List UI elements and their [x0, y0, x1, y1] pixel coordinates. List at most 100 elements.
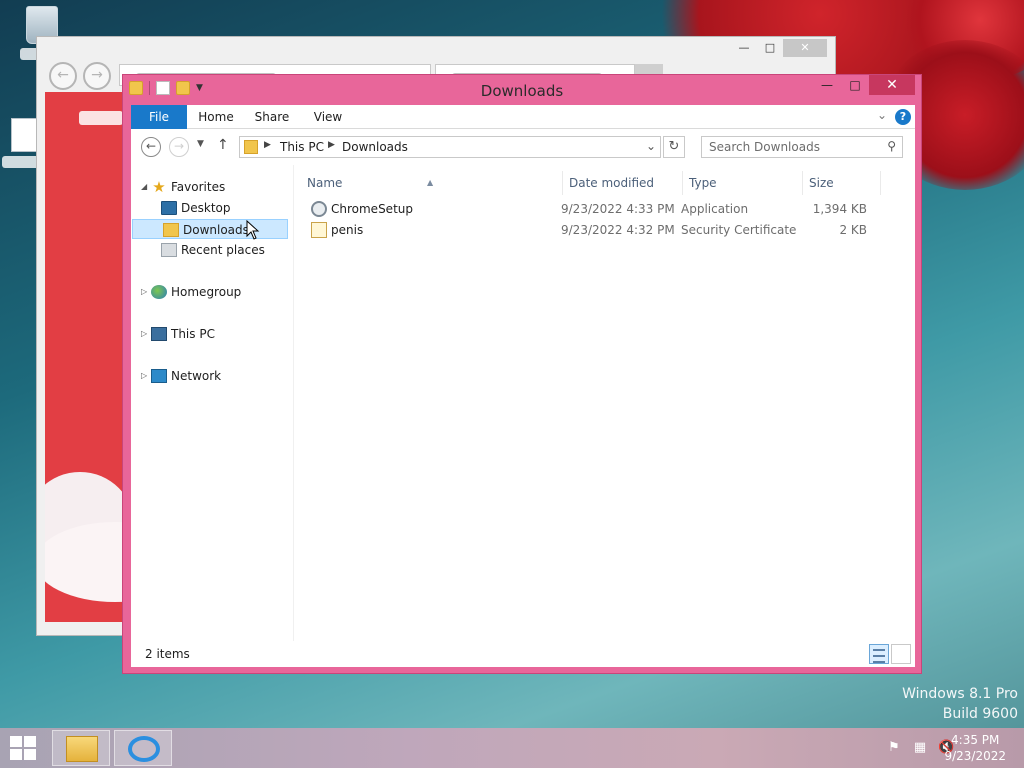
sort-ascending-icon: ▲: [427, 178, 434, 187]
address-history-icon[interactable]: ⌄: [646, 139, 656, 153]
obscured-page-heading: [79, 106, 123, 131]
search-input[interactable]: [702, 137, 878, 157]
column-label: Date modified: [569, 176, 655, 190]
close-button[interactable]: ✕: [869, 75, 915, 95]
network-icon: [151, 369, 167, 383]
internet-explorer-icon: [128, 736, 160, 762]
collapse-arrow-icon[interactable]: ◢: [141, 177, 147, 197]
downloads-folder-icon: [163, 223, 179, 237]
nav-desktop[interactable]: Desktop: [131, 198, 291, 218]
search-icon[interactable]: ⚲: [887, 139, 896, 153]
navigation-pane: ◢ ★ Favorites Desktop Downloads Recent p…: [131, 165, 294, 641]
shortcut-glyph: [11, 118, 37, 152]
clock-date: 9/23/2022: [944, 749, 1006, 763]
tab-share[interactable]: Share: [249, 105, 295, 129]
tab-view[interactable]: View: [305, 105, 351, 129]
refresh-button[interactable]: ↻: [663, 136, 685, 158]
nav-label: Downloads: [183, 223, 249, 237]
close-icon[interactable]: ✕: [783, 39, 827, 57]
browser-forward-button[interactable]: →: [83, 62, 111, 90]
browser-back-button[interactable]: ←: [49, 62, 77, 90]
minimize-button[interactable]: —: [813, 75, 841, 95]
file-name: ChromeSetup: [331, 202, 413, 216]
nav-recent-places[interactable]: Recent places: [131, 240, 291, 260]
breadcrumb-this-pc[interactable]: This PC: [280, 140, 324, 154]
nav-downloads[interactable]: Downloads: [132, 219, 288, 239]
start-button[interactable]: [10, 736, 38, 762]
tab-home[interactable]: Home: [193, 105, 239, 129]
mouse-cursor-icon: [246, 219, 260, 243]
application-icon: [311, 201, 327, 217]
file-list: Name ▲ Date modified Type Size ChromeSet…: [301, 165, 915, 641]
file-row[interactable]: penis 9/23/2022 4:32 PM Security Certifi…: [301, 220, 901, 240]
column-header-size[interactable]: Size: [803, 171, 881, 195]
ribbon-tabs: File Home Share View ⌄ ?: [131, 105, 915, 129]
nav-this-pc[interactable]: ▷ This PC: [141, 324, 291, 344]
navigation-bar: ← → ▼ ↑ ▶ This PC ▶ Downloads ⌄ ↻ ⚲: [131, 129, 915, 165]
title-bar[interactable]: ▼ Downloads — □ ✕: [123, 75, 921, 105]
minimize-icon[interactable]: —: [731, 39, 757, 57]
expand-ribbon-icon[interactable]: ⌄: [877, 108, 887, 122]
large-icons-view-button[interactable]: [891, 644, 911, 664]
column-header-name[interactable]: Name ▲: [301, 171, 563, 195]
action-center-flag-icon[interactable]: ⚑: [886, 740, 902, 756]
nav-label: Favorites: [171, 180, 226, 194]
folder-icon: [66, 736, 98, 762]
column-label: Name: [307, 176, 343, 190]
nav-homegroup[interactable]: ▷ Homegroup: [141, 282, 291, 302]
expand-arrow-icon[interactable]: ▷: [141, 282, 147, 302]
search-box[interactable]: ⚲: [701, 136, 903, 158]
tab-file[interactable]: File: [131, 105, 187, 129]
pane-splitter[interactable]: [293, 165, 294, 641]
back-button[interactable]: ←: [141, 137, 161, 157]
file-type: Security Certificate: [681, 223, 797, 237]
status-bar: 2 items: [131, 641, 915, 667]
column-label: Type: [689, 176, 717, 190]
column-label: Size: [809, 176, 834, 190]
file-row[interactable]: ChromeSetup 9/23/2022 4:33 PM Applicatio…: [301, 199, 901, 219]
nav-label: Recent places: [181, 243, 265, 257]
window-title: Downloads: [480, 82, 564, 100]
column-header-date[interactable]: Date modified: [563, 171, 683, 195]
details-view-button[interactable]: [869, 644, 889, 664]
os-watermark: Windows 8.1 Pro Build 9600: [902, 684, 1018, 724]
file-date: 9/23/2022 4:32 PM: [561, 223, 675, 237]
maximize-button[interactable]: □: [841, 75, 869, 95]
chevron-right-icon[interactable]: ▶: [328, 140, 335, 150]
item-count: 2 items: [145, 647, 190, 661]
expand-arrow-icon[interactable]: ▷: [141, 324, 147, 344]
desktop-icon: [161, 201, 177, 215]
up-button[interactable]: ↑: [217, 137, 229, 153]
file-type: Application: [681, 202, 749, 216]
file-date: 9/23/2022 4:33 PM: [561, 202, 675, 216]
clock[interactable]: 4:35 PM 9/23/2022: [944, 732, 1006, 764]
recent-locations-icon[interactable]: ▼: [197, 139, 204, 149]
file-size: 2 KB: [839, 223, 867, 237]
recent-places-icon: [161, 243, 177, 257]
window-controls: — □ ✕: [813, 75, 915, 95]
breadcrumb-downloads[interactable]: Downloads: [342, 140, 408, 154]
taskbar-internet-explorer[interactable]: [114, 730, 172, 766]
forward-button[interactable]: →: [169, 137, 189, 157]
network-status-icon[interactable]: ▦: [912, 740, 928, 756]
nav-label: Desktop: [181, 201, 231, 215]
column-header-type[interactable]: Type: [683, 171, 803, 195]
file-size: 1,394 KB: [812, 202, 867, 216]
address-bar[interactable]: ▶ This PC ▶ Downloads ⌄: [239, 136, 661, 158]
chevron-right-icon[interactable]: ▶: [264, 140, 271, 150]
file-explorer-window[interactable]: ▼ Downloads — □ ✕ File Home Share View ⌄…: [122, 74, 922, 674]
nav-label: Network: [171, 369, 222, 383]
certificate-icon: [311, 222, 327, 238]
browser-window-controls: — □ ✕: [731, 39, 827, 57]
file-name: penis: [331, 223, 364, 237]
maximize-icon[interactable]: □: [757, 39, 783, 57]
nav-favorites[interactable]: ◢ ★ Favorites: [141, 177, 291, 197]
nav-label: This PC: [171, 327, 215, 341]
homegroup-icon: [151, 285, 167, 299]
expand-arrow-icon[interactable]: ▷: [141, 366, 147, 386]
os-build: Build 9600: [942, 706, 1018, 722]
star-icon: ★: [152, 178, 166, 196]
help-button[interactable]: ?: [895, 109, 911, 125]
nav-network[interactable]: ▷ Network: [141, 366, 291, 386]
taskbar-file-explorer[interactable]: [52, 730, 110, 766]
